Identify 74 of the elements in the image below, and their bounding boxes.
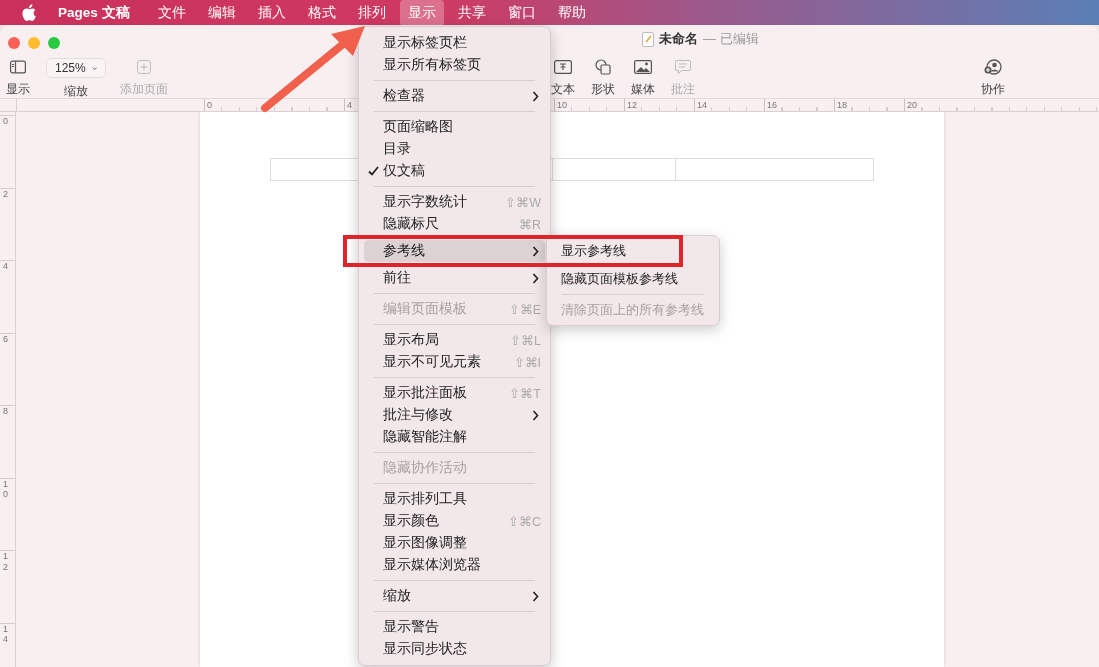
ruler-number: 14 <box>694 99 707 111</box>
menu-item[interactable]: 显示排列工具 <box>364 488 545 510</box>
menu-item[interactable]: 显示图像调整 <box>364 532 545 554</box>
ruler-number: 12 <box>3 551 8 573</box>
menu-item[interactable]: 缩放 <box>364 585 545 607</box>
menu-item[interactable]: 隐藏页面模板参考线 <box>552 268 714 290</box>
menu-item[interactable]: 检查器 <box>364 85 545 107</box>
ruler-number: 12 <box>624 99 637 111</box>
toolbar-label: 批注 <box>671 82 695 97</box>
ruler-number: 10 <box>3 478 8 501</box>
menu-bar-item[interactable]: 共享 <box>449 0 494 26</box>
menu-item[interactable]: 显示标签页栏 <box>364 32 545 54</box>
window-title: 未命名 <box>659 30 698 48</box>
menu-bar-item[interactable]: 格式 <box>299 0 344 26</box>
toolbar-label: 媒体 <box>631 82 655 97</box>
menu-item[interactable]: 显示布局 ⇧⌘L <box>364 329 545 351</box>
app-menu[interactable]: Pages 文稿 <box>58 3 130 22</box>
ruler-number: 0 <box>204 99 212 111</box>
submenu-chevron-icon <box>532 590 539 602</box>
ruler-number: 2 <box>3 188 8 200</box>
shapes-icon[interactable] <box>595 58 611 76</box>
menu-item[interactable]: 显示所有标签页 <box>364 54 545 76</box>
apple-logo-icon[interactable] <box>22 4 36 21</box>
toolbar-label: 协作 <box>981 82 1005 97</box>
menu-bar-item[interactable]: 文件 <box>149 0 194 26</box>
menu-item[interactable]: 显示颜色 ⇧⌘C <box>364 510 545 532</box>
ruler-number: 0 <box>3 116 8 127</box>
menu-bar-item[interactable]: 窗口 <box>499 0 544 26</box>
submenu-chevron-icon <box>532 90 539 102</box>
close-button[interactable] <box>8 36 20 49</box>
ruler-number: 10 <box>554 99 567 111</box>
menu-item[interactable]: 显示媒体浏览器 <box>364 554 545 576</box>
menu-item[interactable]: 批注与修改 <box>364 404 545 426</box>
ruler-number: 4 <box>344 99 352 111</box>
menu-item[interactable]: 前往 <box>364 267 545 289</box>
menu-item[interactable]: 隐藏标尺 ⌘R <box>364 213 545 235</box>
toolbar-label: 形状 <box>591 82 615 97</box>
menu-item[interactable]: 显示同步状态 <box>364 638 545 660</box>
menu-item[interactable]: 显示批注面板 ⇧⌘T <box>364 382 545 404</box>
menu-bar-item[interactable]: 排列 <box>349 0 394 26</box>
menu-item[interactable]: 显示警告 <box>364 616 545 638</box>
menu-item[interactable]: 参考线 <box>364 240 545 262</box>
submenu-chevron-icon <box>532 245 539 257</box>
submenu-chevron-icon <box>532 272 539 284</box>
menu-bar-item[interactable]: 编辑 <box>199 0 244 26</box>
collaborate-icon[interactable] <box>984 58 1002 76</box>
ruler-number: 20 <box>904 99 917 111</box>
chevron-icon <box>91 65 97 71</box>
toolbar-label: 文本 <box>551 82 575 97</box>
zoom-dropdown[interactable]: 125% <box>46 58 106 78</box>
image-icon[interactable] <box>634 58 652 76</box>
ruler-number: 4 <box>3 261 8 272</box>
document-icon <box>642 31 654 47</box>
menu-item[interactable]: 仅文稿 <box>364 160 545 182</box>
toolbar-label: 添加页面 <box>120 82 168 97</box>
ruler-number: 14 <box>3 623 8 646</box>
ruler-number: 6 <box>3 333 8 345</box>
ruler-number: 8 <box>3 406 8 417</box>
menu-item[interactable]: 隐藏智能注解 <box>364 426 545 448</box>
toolbar-label: 显示 <box>6 82 30 97</box>
menu-bar-item[interactable]: 插入 <box>249 0 294 26</box>
edit-status: — 已编辑 <box>703 30 759 48</box>
menu-bar-item[interactable]: 帮助 <box>549 0 594 26</box>
menu-item[interactable]: 显示参考线 <box>552 240 714 262</box>
zoom-label: 缩放 <box>64 84 88 99</box>
menu-item[interactable]: 目录 <box>364 138 545 160</box>
text-box-icon[interactable] <box>554 58 572 76</box>
ruler-number: 18 <box>834 99 847 111</box>
menu-item[interactable]: 显示不可见元素 ⇧⌘I <box>364 351 545 373</box>
sidebar-icon[interactable] <box>10 58 26 76</box>
menu-item[interactable]: 显示字数统计 ⇧⌘W <box>364 191 545 213</box>
menu-item[interactable]: 页面缩略图 <box>364 116 545 138</box>
submenu-chevron-icon <box>532 409 539 421</box>
ruler-number: 16 <box>764 99 777 111</box>
